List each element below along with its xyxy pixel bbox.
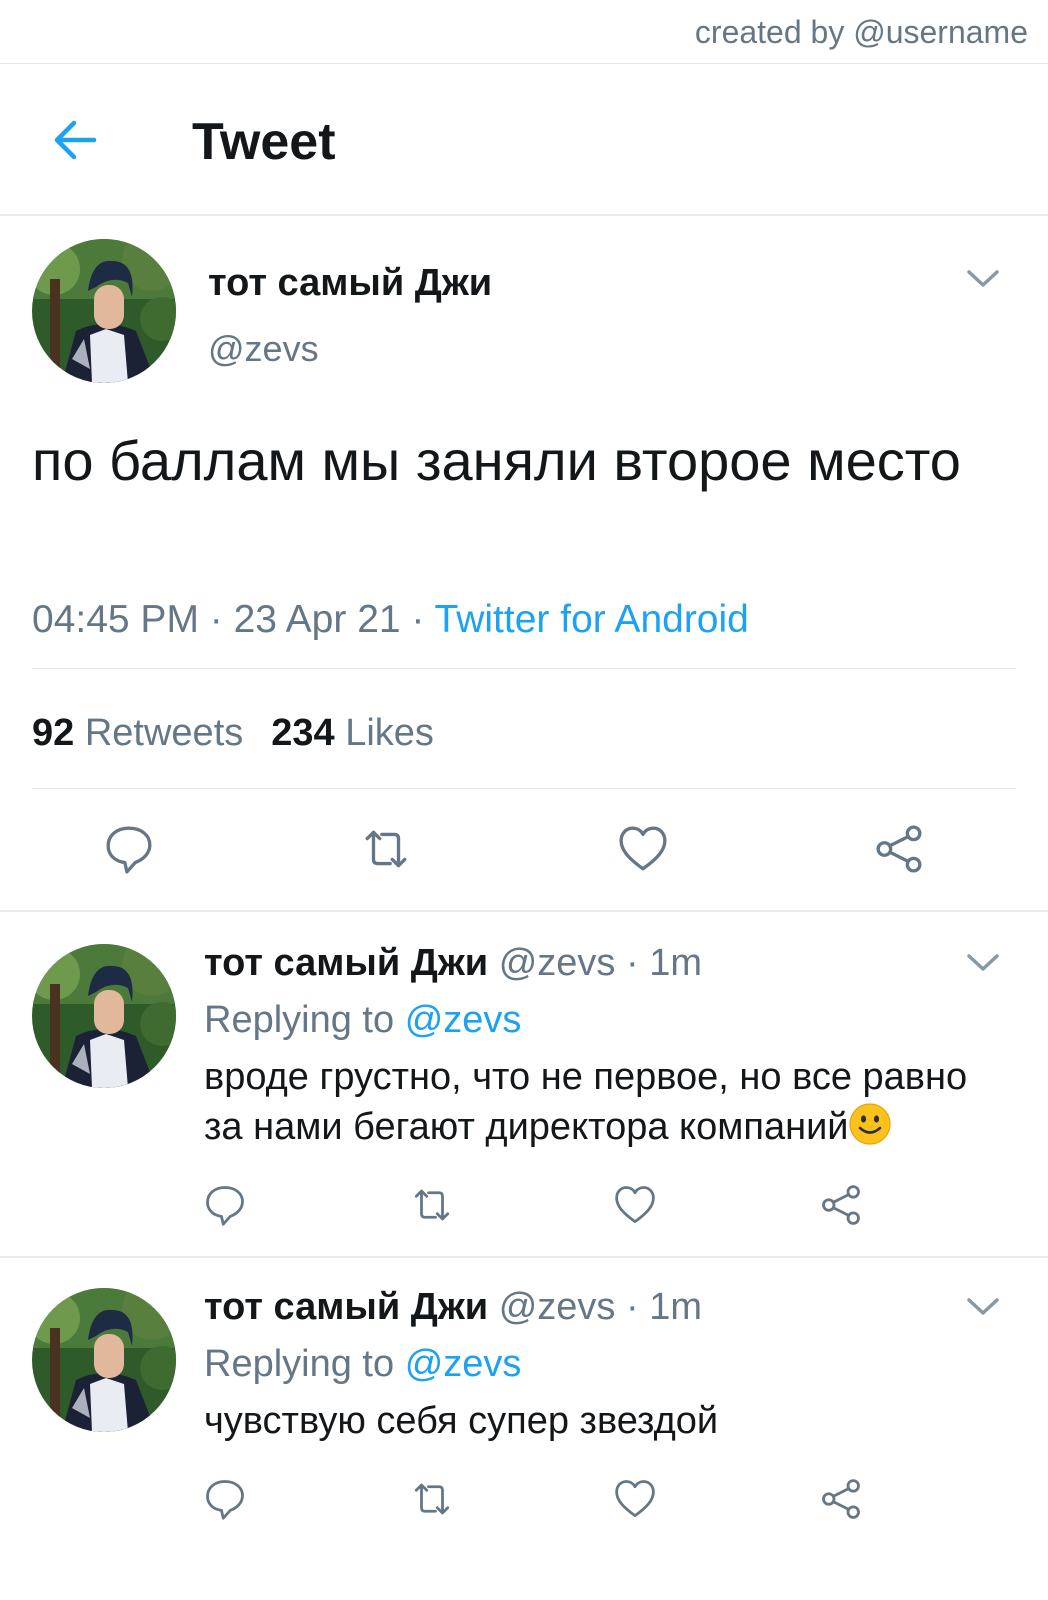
retweet-button[interactable]	[358, 824, 414, 874]
credit-text: created by @username	[694, 14, 1028, 50]
speech-bubble-icon	[204, 1478, 246, 1520]
like-button[interactable]	[614, 1478, 656, 1520]
replying-to: Replying to @zevs	[204, 1343, 521, 1386]
replying-label: Replying to	[204, 999, 395, 1041]
likes-label: Likes	[345, 712, 434, 754]
author-name[interactable]: тот самый Джи	[204, 942, 488, 984]
heart-icon	[618, 824, 668, 874]
avatar[interactable]	[32, 944, 176, 1088]
heart-icon	[614, 1478, 656, 1520]
reply-button[interactable]	[204, 1184, 246, 1226]
heart-icon	[614, 1184, 656, 1226]
page-title: Tweet	[192, 113, 336, 171]
back-button[interactable]	[48, 112, 104, 168]
meta-separator: ·	[411, 598, 435, 641]
retweet-button[interactable]	[408, 1184, 456, 1226]
like-button[interactable]	[614, 1184, 656, 1226]
tweet-meta: 04:45 PM · 23 Apr 21 · Twitter for Andro…	[32, 598, 749, 642]
reply-header: тот самый Джи @zevs · 1m	[204, 942, 702, 985]
tweet-stats: 92 Retweets 234 Likes	[32, 712, 434, 755]
tweet-source-link[interactable]: Twitter for Android	[435, 598, 749, 641]
reply-text: чувствую себя супер звездой	[204, 1400, 719, 1442]
speech-bubble-icon	[104, 824, 154, 874]
tweet-text: по баллам мы заняли второе место	[32, 429, 961, 492]
likes-stat[interactable]: 234 Likes	[271, 712, 434, 754]
reply-button[interactable]	[104, 824, 154, 874]
retweet-icon	[408, 1184, 456, 1226]
author-handle[interactable]: @zevs	[499, 942, 616, 984]
author-handle[interactable]: @zevs	[208, 328, 319, 370]
reply-button[interactable]	[204, 1478, 246, 1520]
share-icon	[820, 1184, 862, 1226]
tweet-date: 23 Apr 21	[233, 598, 401, 641]
tweet-time: 04:45 PM	[32, 598, 199, 641]
share-icon	[874, 824, 924, 874]
meta-separator: ·	[209, 598, 234, 641]
replying-to: Replying to @zevs	[204, 999, 521, 1042]
author-handle[interactable]: @zevs	[499, 1286, 616, 1328]
reply-text-block: вроде грустно, что не первое, но все рав…	[204, 1052, 1014, 1152]
author-name[interactable]: тот самый Джи	[204, 1286, 488, 1328]
speech-bubble-icon	[204, 1184, 246, 1226]
divider	[0, 1256, 1048, 1258]
replying-label: Replying to	[204, 1343, 395, 1385]
retweet-button[interactable]	[408, 1478, 456, 1520]
reply-time: 1m	[649, 942, 702, 984]
retweet-icon	[408, 1478, 456, 1520]
avatar[interactable]	[32, 239, 176, 383]
mention-link[interactable]: @zevs	[405, 1343, 522, 1385]
tweet-menu-button[interactable]	[966, 1296, 1000, 1318]
chevron-down-icon	[966, 952, 1000, 974]
slightly-smiling-face-icon	[848, 1103, 891, 1145]
share-button[interactable]	[820, 1184, 862, 1226]
divider	[32, 668, 1016, 669]
mention-link[interactable]: @zevs	[405, 999, 522, 1041]
app-header: Tweet	[0, 64, 1048, 216]
divider	[32, 788, 1016, 789]
chevron-down-icon	[966, 1296, 1000, 1318]
reply-time: 1m	[649, 1286, 702, 1328]
tweet-menu-button[interactable]	[966, 952, 1000, 974]
author-name[interactable]: тот самый Джи	[208, 262, 492, 305]
retweets-label: Retweets	[84, 712, 244, 754]
avatar[interactable]	[32, 1288, 176, 1432]
share-icon	[820, 1478, 862, 1520]
arrow-left-icon	[54, 120, 97, 160]
reply-header: тот самый Джи @zevs · 1m	[204, 1286, 702, 1329]
divider	[0, 910, 1048, 912]
chevron-down-icon	[966, 268, 1000, 290]
credit-bar: created by @username	[0, 0, 1048, 64]
share-button[interactable]	[874, 824, 924, 874]
like-count: 234	[271, 712, 335, 754]
tweet-menu-button[interactable]	[966, 268, 1000, 290]
retweet-icon	[358, 824, 414, 874]
like-button[interactable]	[618, 824, 668, 874]
share-button[interactable]	[820, 1478, 862, 1520]
retweets-stat[interactable]: 92 Retweets	[32, 712, 243, 754]
retweet-count: 92	[32, 712, 75, 754]
meta-separator: ·	[625, 1286, 650, 1328]
meta-separator: ·	[625, 942, 650, 984]
